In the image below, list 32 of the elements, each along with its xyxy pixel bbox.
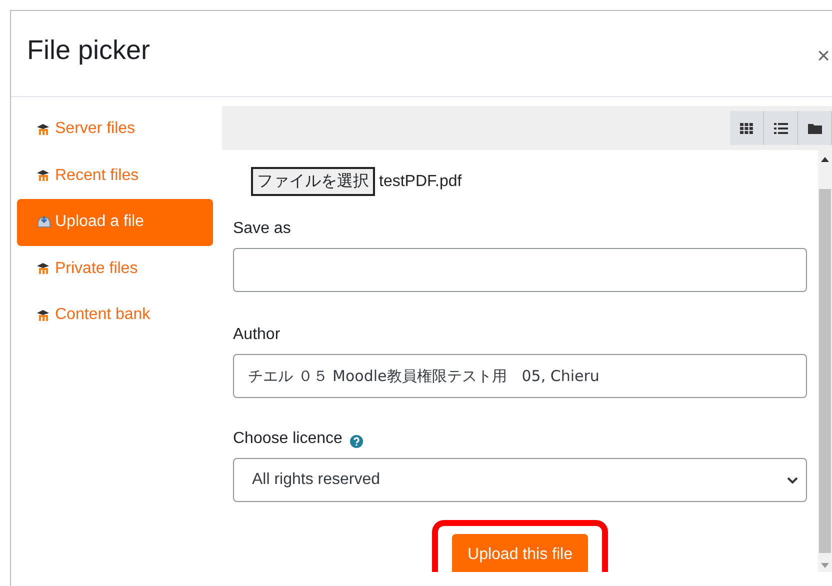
file-name: testPDF.pdf	[379, 172, 462, 190]
mortarboard-icon	[37, 263, 51, 274]
field-label: Choose licence	[233, 430, 342, 448]
dialog-title: File picker	[27, 35, 150, 66]
scrollbar[interactable]	[818, 150, 832, 572]
folder-icon	[808, 122, 822, 134]
sidebar-item[interactable]: Private files	[17, 246, 213, 292]
grid-icon	[740, 122, 753, 134]
field-label: Save as	[233, 220, 291, 238]
tree-view-button[interactable]	[798, 111, 832, 145]
licence-select[interactable]: All rights reserved	[233, 458, 807, 502]
list-view-button[interactable]	[764, 111, 798, 145]
grid-view-button[interactable]	[730, 111, 764, 145]
text-field[interactable]: チエル ０５ Moodle教員権限テスト用 05, Chieru	[233, 354, 807, 398]
sidebar-item[interactable]: Recent files	[17, 152, 213, 199]
scroll-down-icon[interactable]	[821, 563, 829, 568]
inbox-icon	[37, 216, 51, 228]
upload-button[interactable]: Upload this file	[452, 534, 588, 572]
mortarboard-icon	[37, 310, 51, 321]
sidebar-item[interactable]: Server files	[17, 106, 213, 152]
sidebar-item[interactable]: Content bank	[17, 292, 213, 338]
close-button[interactable]: ×	[817, 42, 830, 68]
mortarboard-icon	[37, 124, 51, 135]
list-icon	[774, 122, 788, 134]
mortarboard-icon	[37, 170, 51, 182]
field-label: Author	[233, 326, 280, 344]
chevron-down-icon	[787, 476, 798, 484]
help-icon[interactable]	[350, 434, 364, 448]
scrollbar-thumb[interactable]	[819, 189, 831, 553]
choose-file-button[interactable]: ファイルを選択	[251, 167, 375, 196]
scroll-up-icon[interactable]	[821, 157, 829, 162]
sidebar-item[interactable]: Upload a file	[17, 199, 213, 246]
